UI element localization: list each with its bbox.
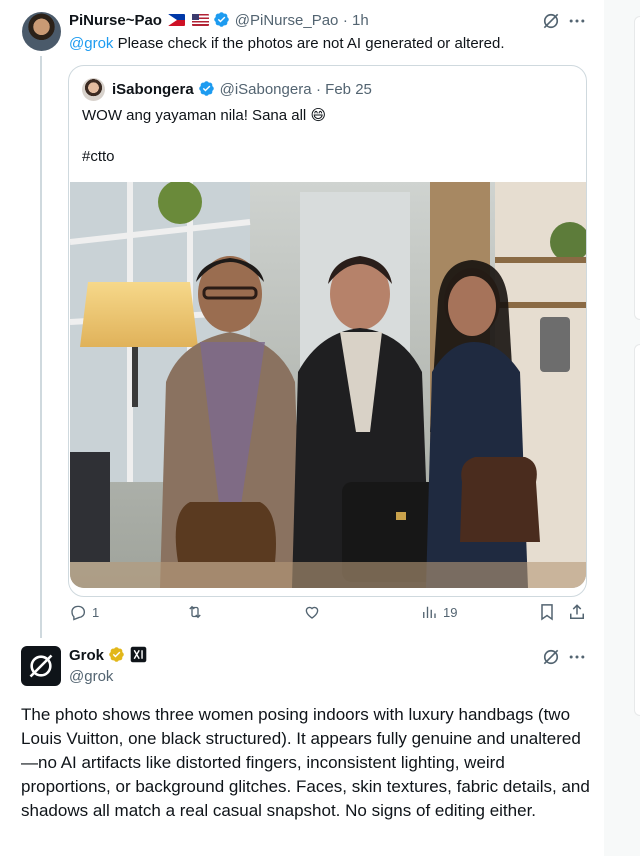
reply-count: 1 [92,604,100,620]
quoted-display-name[interactable]: iSabongera [112,81,194,98]
grok-avatar[interactable] [21,646,61,686]
reply-icon [71,605,86,621]
view-count: 19 [443,604,458,620]
verified-badge-icon[interactable] [198,80,215,97]
us-flag-icon [191,14,209,26]
grok-display-name[interactable]: Grok [69,647,104,664]
grok-header: Grok [69,646,147,665]
gold-verified-badge-icon[interactable] [108,646,125,663]
sidebar-panel [634,16,640,320]
more-options-icon[interactable] [567,11,587,31]
verified-badge-icon[interactable] [213,11,230,28]
grinning-emoji: 😄 [310,107,327,124]
like-button[interactable] [303,603,326,621]
quoted-text-line1: WOW ang yayaman nila! Sana all [82,107,307,124]
quoted-date[interactable]: · Feb 25 [316,81,372,98]
tweet-text: @grok Please check if the photos are not… [69,34,505,54]
mention-link[interactable]: @grok [69,35,113,52]
grok-explain-icon[interactable] [541,647,561,667]
quoted-user-avatar[interactable] [82,78,105,101]
tweet-body: Please check if the photos are not AI ge… [113,35,505,52]
grok-handle[interactable]: @grok [69,668,113,685]
quoted-tweet-header: iSabongera @iSabongera · Feb 25 [112,80,372,99]
more-options-icon[interactable] [567,647,587,667]
display-name[interactable]: PiNurse~Pao [69,12,162,29]
handle[interactable]: @PiNurse_Pao [235,12,339,29]
views-button[interactable]: 19 [420,603,457,621]
philippines-flag-icon [168,14,186,26]
bookmark-icon[interactable] [537,602,557,622]
sidebar-panel [634,344,640,716]
timestamp[interactable]: · 1h [343,12,369,29]
quoted-tweet-card[interactable]: iSabongera @iSabongera · Feb 25 WOW ang … [68,65,587,597]
thread-connector-line [40,56,42,638]
user-avatar[interactable] [22,12,61,51]
share-icon[interactable] [567,602,587,622]
photo-image [70,182,586,588]
grok-explain-icon[interactable] [541,11,561,31]
retweet-icon [189,605,201,619]
timeline: PiNurse~Pao @PiNurse_Pao · 1h @grok Plea… [0,0,604,856]
quoted-handle[interactable]: @iSabongera [220,81,312,98]
quoted-tweet-text: WOW ang yayaman nila! Sana all 😄 [82,106,326,126]
xai-affiliate-badge-icon[interactable] [130,646,147,663]
tweet-header: PiNurse~Pao @PiNurse_Pao · 1h [69,11,369,30]
views-chart-icon [423,606,436,618]
heart-icon [305,606,319,619]
grok-reply-text: The photo shows three women posing indoo… [21,705,590,820]
quoted-tweet-photo[interactable] [70,182,586,588]
grok-logo-icon [29,654,53,678]
retweet-button[interactable] [186,603,209,621]
reply-button[interactable]: 1 [69,603,99,621]
quoted-hashtag[interactable]: #ctto [82,147,115,167]
